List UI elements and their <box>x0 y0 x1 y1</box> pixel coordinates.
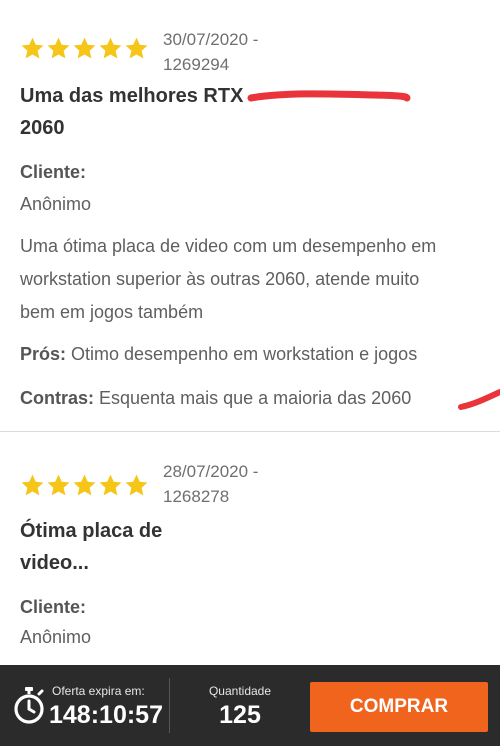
review-body-line: workstation superior às outras 2060, ate… <box>20 269 420 289</box>
star-icon <box>125 474 148 496</box>
star-icon <box>99 474 122 496</box>
offer-countdown: 148:10:57 <box>49 701 163 729</box>
star-icon <box>99 37 122 59</box>
review-title: Uma das melhores RTX 2060 <box>20 80 250 144</box>
star-rating <box>20 36 149 61</box>
quantity-label: Quantidade <box>208 684 272 698</box>
client-name: Anônimo <box>20 194 92 214</box>
review-meta: 30/07/2020 - 1269294 <box>163 27 363 77</box>
cons-row: Contras: Esquenta mais que a maioria das… <box>20 384 490 412</box>
star-icon <box>47 37 70 59</box>
client-name: Anônimo <box>20 627 92 647</box>
offer-bottom-bar: Oferta expira em: 148:10:57 Quantidade 1… <box>0 665 500 746</box>
review-id: 1269294 <box>163 55 230 74</box>
review-body-line: bem em jogos também <box>20 302 204 322</box>
review-title-line: 2060 <box>20 117 65 139</box>
offer-expiry-label: Oferta expira em: <box>52 684 145 698</box>
star-icon <box>73 474 96 496</box>
review-date: 28/07/2020 - <box>163 462 259 481</box>
review-body-line: Uma ótima placa de video com um desempen… <box>20 236 437 256</box>
divider <box>169 678 170 733</box>
review-body: Uma ótima placa de video com um desempen… <box>20 230 490 329</box>
star-icon <box>125 37 148 59</box>
star-icon <box>73 37 96 59</box>
reviews-page: 30/07/2020 - 1269294 Uma das melhores RT… <box>0 0 500 746</box>
client-label: Cliente: <box>20 162 87 182</box>
client-label: Cliente: <box>20 597 87 617</box>
quantity-value: 125 <box>219 701 261 729</box>
stopwatch-icon <box>14 687 44 724</box>
star-icon <box>47 474 70 496</box>
star-icon <box>21 37 44 59</box>
review-title-line: Ótima placa de <box>20 520 163 542</box>
pros-text: Otimo desempenho em workstation e jogos <box>66 344 418 364</box>
review-card: 30/07/2020 - 1269294 Uma das melhores RT… <box>0 0 500 432</box>
review-card: 28/07/2020 - 1268278 Ótima placa de vide… <box>0 433 500 665</box>
review-title-line: video... <box>20 552 89 574</box>
star-icon <box>21 474 44 496</box>
pros-row: Prós: Otimo desempenho em workstation e … <box>20 340 490 368</box>
review-title-line: Uma das melhores RTX <box>20 85 244 107</box>
buy-button[interactable]: COMPRAR <box>310 682 488 732</box>
review-date: 30/07/2020 - <box>163 30 259 49</box>
review-id: 1268278 <box>163 487 230 506</box>
cons-text: Esquenta mais que a maioria das 2060 <box>94 388 412 408</box>
cons-label: Contras: <box>20 388 95 408</box>
star-rating <box>20 473 149 498</box>
review-meta: 28/07/2020 - 1268278 <box>163 459 363 509</box>
pros-label: Prós: <box>20 344 67 364</box>
review-title: Ótima placa de video... <box>20 515 250 579</box>
